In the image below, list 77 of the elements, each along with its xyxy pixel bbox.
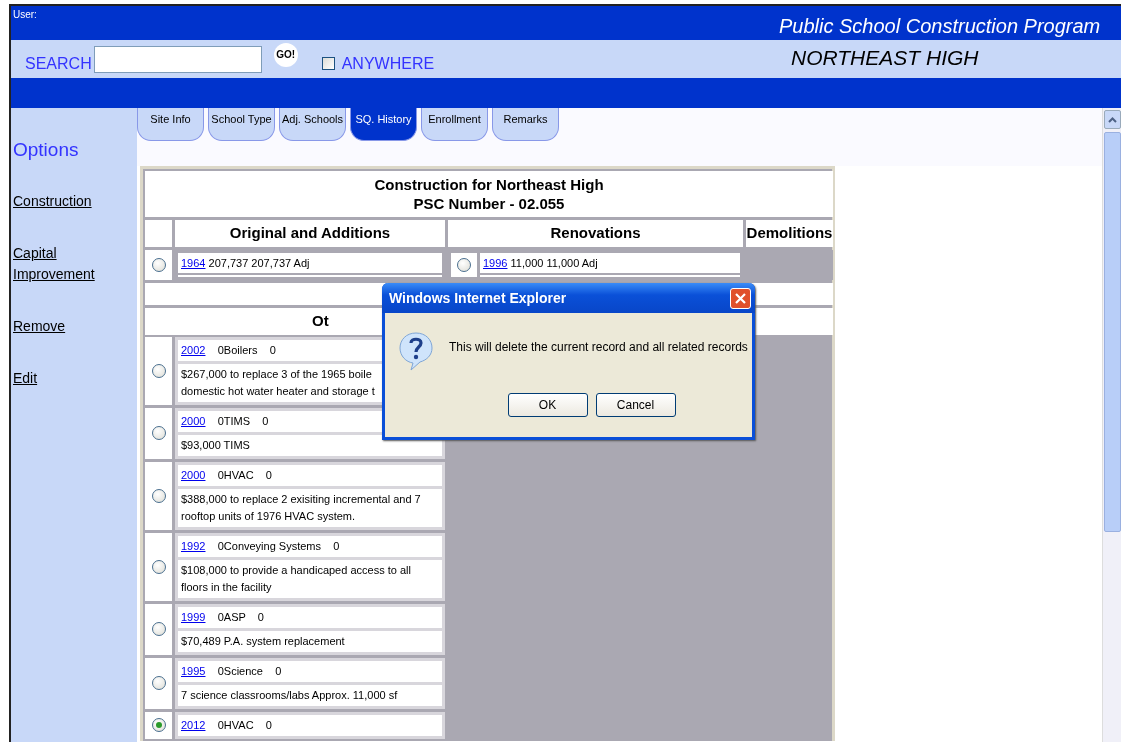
sidebar-link[interactable]: Remove: [13, 315, 137, 337]
tab[interactable]: School Type: [208, 108, 275, 141]
year-link[interactable]: 1999: [181, 610, 206, 623]
category-text: 0HVAC: [216, 718, 254, 731]
search-field[interactable]: [93, 46, 262, 73]
radio-button[interactable]: [151, 622, 166, 636]
user-label: User:: [12, 8, 37, 20]
options-title: Options: [13, 138, 80, 162]
tab[interactable]: Remarks: [492, 108, 559, 141]
scroll-up-button[interactable]: [1104, 110, 1121, 129]
radio-button[interactable]: [151, 488, 166, 503]
record-description: $70,489 P.A. system replacement: [178, 630, 442, 652]
radio-button[interactable]: [151, 426, 166, 440]
cancel-button[interactable]: Cancel: [595, 393, 676, 417]
school-name: NORTHEAST HIGH: [790, 45, 980, 71]
area-text: 11,000: [509, 256, 544, 269]
area-text: 207,737: [207, 256, 249, 269]
category-text: 0HVAC: [216, 468, 254, 481]
category-text: 0ASP: [216, 610, 246, 623]
year-link[interactable]: 1964: [181, 256, 206, 269]
record-description: $108,000 to provide a handicaped access to all floors in the facility: [178, 559, 442, 598]
sidebar-link[interactable]: Edit: [13, 367, 137, 389]
sidebar-link[interactable]: Capital Improvement: [13, 242, 137, 285]
scroll-thumb[interactable]: [1104, 132, 1121, 532]
go-button[interactable]: GO!: [273, 43, 298, 67]
radio-button[interactable]: [151, 559, 166, 574]
year-link[interactable]: 2000: [181, 414, 206, 427]
year-link[interactable]: 2002: [181, 343, 206, 356]
area-adj-text: 11,000 Adj: [545, 256, 598, 269]
category-text: 0Boilers: [216, 343, 258, 356]
amount-text: 0: [256, 610, 264, 623]
tab[interactable]: Enrollment: [421, 108, 488, 141]
amount-text: 0: [274, 664, 282, 677]
amount-text: 0: [268, 343, 276, 356]
dialog-message: This will delete the current record and all related records: [449, 339, 748, 356]
close-button[interactable]: [730, 287, 751, 309]
column-header: Original and Additions: [175, 220, 445, 247]
year-link[interactable]: 1995: [181, 664, 206, 677]
column-header: Renovations: [448, 220, 743, 247]
scrollbar[interactable]: [1102, 108, 1121, 742]
app-title: Public School Construction Program: [779, 14, 1102, 39]
year-link[interactable]: 1992: [181, 539, 206, 552]
checkbox-label: ANYWHERE: [341, 54, 435, 74]
dialog-title: Windows Internet Explorer: [389, 288, 568, 308]
tab[interactable]: Site Info: [137, 108, 204, 141]
section-heading: Ot: [312, 312, 329, 329]
radio-button[interactable]: [151, 257, 166, 272]
year-link[interactable]: 1996: [483, 256, 508, 269]
category-text: 0TIMS: [216, 414, 251, 427]
amount-text: 0: [332, 539, 340, 552]
record-description: $93,000 TIMS: [178, 434, 442, 456]
category-text: 0Conveying Systems: [216, 539, 322, 552]
ok-button[interactable]: OK: [507, 393, 588, 417]
amount-text: 0: [261, 414, 269, 427]
question-icon: [398, 331, 434, 371]
record-description: 7 science classrooms/labs Approx. 11,000 sf: [178, 684, 442, 706]
column-header: Demolitions: [746, 220, 833, 247]
radio-button[interactable]: [457, 257, 471, 272]
tab[interactable]: SQ. History: [350, 108, 417, 141]
checkbox[interactable]: [321, 57, 335, 70]
record-description: $388,000 to replace 2 exisiting incremental and 7 rooftop units of 1976 HVAC system.: [178, 488, 442, 527]
year-link[interactable]: 2012: [181, 718, 206, 731]
radio-button[interactable]: [151, 363, 166, 378]
amount-text: 0: [264, 468, 272, 481]
year-link[interactable]: 2000: [181, 468, 206, 481]
subtitle-text: PSC Number - 02.055: [412, 194, 566, 213]
amount-text: 0: [264, 718, 272, 731]
table-cell: [145, 220, 172, 247]
radio-button[interactable]: [151, 718, 166, 732]
title-text: Construction for Northeast High: [373, 175, 605, 194]
tab[interactable]: Adj. Schools: [279, 108, 346, 141]
radio-button[interactable]: [151, 676, 166, 690]
area-adj-text: 207,737 Adj: [250, 256, 310, 269]
close-icon: [735, 292, 746, 304]
search-label: SEARCH: [25, 54, 92, 74]
category-text: 0Science: [216, 664, 263, 677]
sidebar-link[interactable]: Construction: [13, 190, 137, 212]
